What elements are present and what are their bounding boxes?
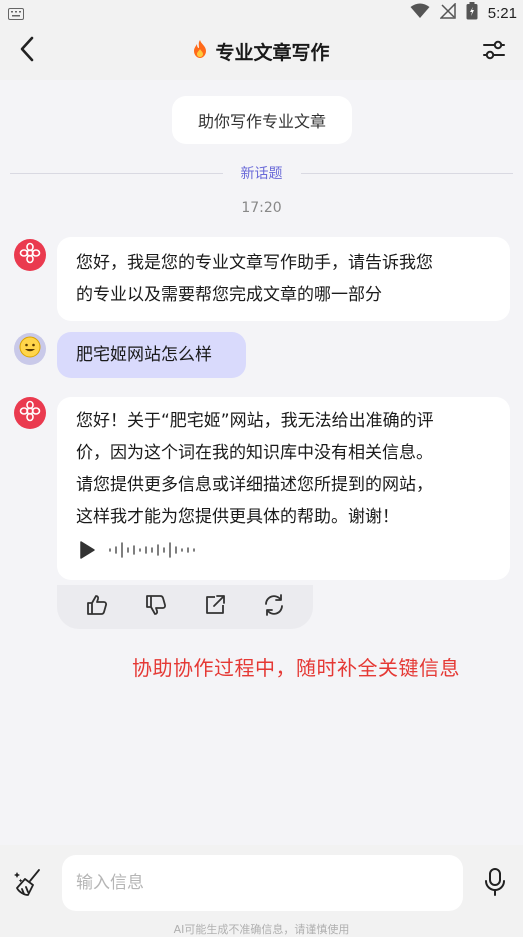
header: 专业文章写作 <box>0 24 523 80</box>
fire-icon <box>193 40 207 63</box>
annotation-note: 协助协作过程中，随时补全关键信息 <box>132 656 460 680</box>
message-input[interactable] <box>62 855 463 911</box>
share-button[interactable] <box>199 591 231 623</box>
bot-message: 您好，我是您的专业文章写作助手，请告诉我您 的专业以及需要帮您完成文章的哪一部分 <box>57 237 510 321</box>
message-line: 这样我才能为您提供更具体的帮助。谢谢！ <box>76 507 399 527</box>
divider-line <box>10 172 223 174</box>
divider-line <box>300 172 513 174</box>
voice-input-button[interactable] <box>479 867 511 901</box>
page-title: 专业文章写作 <box>193 38 330 65</box>
status-time: 5:21 <box>487 4 517 22</box>
clear-context-button[interactable] <box>8 865 48 905</box>
waveform-icon <box>108 541 200 563</box>
input-area: AI可能生成不准确信息，请谨慎使用 <box>0 845 523 937</box>
topic-chip[interactable]: 助你写作专业文章 <box>172 96 352 144</box>
user-message: 肥宅姬网站怎么样 <box>57 332 246 378</box>
bot-logo-icon <box>19 400 41 426</box>
dislike-button[interactable] <box>140 591 172 623</box>
regenerate-icon <box>262 593 286 621</box>
bot-logo-icon <box>19 242 41 268</box>
broom-icon <box>11 866 45 904</box>
message-line: 请您提供更多信息或详细描述您所提到的网站， <box>76 475 433 495</box>
status-bar: 5:21 <box>0 0 523 24</box>
timestamp: 17:20 <box>241 200 282 216</box>
no-signal-icon <box>438 2 456 23</box>
microphone-icon <box>484 867 506 901</box>
like-button[interactable] <box>81 591 113 623</box>
audio-player[interactable] <box>78 540 200 564</box>
message-line: 价，因为这个词在我的知识库中没有相关信息。 <box>76 443 433 463</box>
battery-icon <box>466 2 478 24</box>
page-title-text: 专业文章写作 <box>215 42 330 64</box>
sliders-icon <box>482 39 506 65</box>
play-icon[interactable] <box>78 540 96 564</box>
message-line: 的专业以及需要帮您完成文章的哪一部分 <box>76 285 382 305</box>
new-topic-divider: 新话题 <box>10 162 513 184</box>
wifi-icon <box>410 3 430 23</box>
message-actions <box>57 585 313 629</box>
message-line: 肥宅姬网站怎么样 <box>76 345 212 365</box>
regenerate-button[interactable] <box>258 591 290 623</box>
thumbs-up-icon <box>85 593 109 621</box>
bot-avatar <box>14 239 46 271</box>
smiley-icon <box>19 336 41 362</box>
keyboard-icon <box>8 5 24 24</box>
bot-avatar <box>14 397 46 429</box>
ai-disclaimer: AI可能生成不准确信息，请谨慎使用 <box>173 923 350 936</box>
new-topic-label: 新话题 <box>240 166 283 182</box>
message-line: 您好！关于“肥宅姬”网站，我无法给出准确的评 <box>76 411 434 431</box>
user-avatar <box>14 333 46 365</box>
message-line: 您好，我是您的专业文章写作助手，请告诉我您 <box>76 253 433 273</box>
share-icon <box>203 593 227 621</box>
settings-button[interactable] <box>479 37 509 67</box>
thumbs-down-icon <box>144 593 168 621</box>
